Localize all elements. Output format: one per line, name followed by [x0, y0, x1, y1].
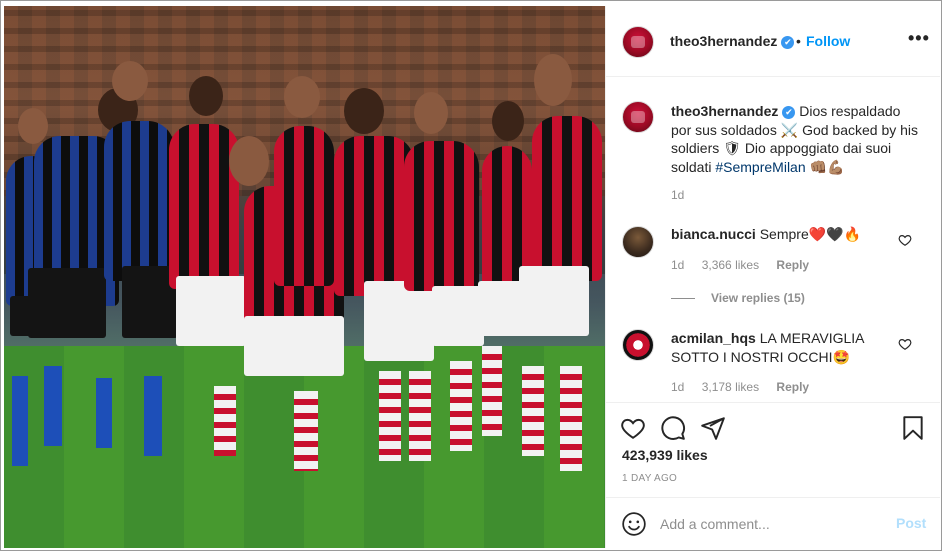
- post-side-panel: theo3hernandez ✔ • Follow ••• theo3hernan…: [605, 6, 940, 548]
- player-figure: [532, 116, 602, 281]
- comment-username[interactable]: bianca.nucci: [671, 226, 756, 242]
- view-replies-label[interactable]: View replies (15): [711, 291, 805, 305]
- caption-username[interactable]: theo3hernandez: [671, 103, 778, 119]
- post-photo[interactable]: [4, 6, 605, 548]
- caption-timestamp[interactable]: 1d: [671, 188, 684, 202]
- fist-muscle-emoji-icon: 👊🏽💪🏽: [809, 158, 845, 175]
- comment-like-heart-icon[interactable]: [898, 337, 912, 351]
- caption-author-avatar[interactable]: [622, 101, 654, 133]
- post-date[interactable]: 1 DAY AGO: [622, 473, 677, 484]
- comment-like-heart-icon[interactable]: [898, 233, 912, 247]
- follow-button[interactable]: Follow: [806, 33, 850, 49]
- separator-dot: •: [796, 33, 801, 49]
- reply-button[interactable]: Reply: [776, 380, 809, 394]
- author-avatar[interactable]: [622, 26, 654, 58]
- view-replies-button[interactable]: View replies (15): [671, 291, 805, 305]
- swords-emoji-icon: ⚔️: [780, 121, 799, 138]
- bookmark-icon[interactable]: [900, 415, 926, 441]
- hearts-fire-emoji-icon: ❤️🖤🔥: [808, 226, 862, 242]
- add-comment-bar: Post: [606, 497, 940, 549]
- verified-badge-icon: ✔: [782, 106, 796, 119]
- player-figure: [169, 124, 239, 289]
- post-caption: theo3hernandez ✔ Dios respaldado por sus …: [671, 102, 921, 176]
- comment-time[interactable]: 1d: [671, 380, 684, 394]
- post-header: theo3hernandez ✔ • Follow •••: [606, 6, 940, 77]
- hashtag-link[interactable]: #SempreMilan: [715, 159, 805, 175]
- emoji-picker-icon[interactable]: [621, 511, 647, 537]
- reply-button[interactable]: Reply: [776, 258, 809, 272]
- comment-meta: 1d 3,366 likes Reply: [671, 258, 823, 272]
- comment-likes[interactable]: 3,178 likes: [702, 380, 759, 394]
- comment-meta: 1d 3,178 likes Reply: [671, 380, 823, 394]
- shield-emoji-icon: 🛡: [723, 140, 741, 156]
- replies-divider: [671, 298, 695, 300]
- instagram-post-window: theo3hernandez ✔ • Follow ••• theo3hernan…: [0, 0, 942, 551]
- comment-item: acmilan_hqs LA MERAVIGLIA SOTTO I NOSTRI…: [671, 329, 901, 366]
- player-figure: [274, 126, 334, 286]
- commenter-avatar[interactable]: [622, 329, 654, 361]
- commenter-avatar[interactable]: [622, 226, 654, 258]
- post-likes-count[interactable]: 423,939 likes: [622, 447, 708, 463]
- verified-badge-icon: ✔: [781, 36, 795, 49]
- starstruck-emoji-icon: 🤩: [832, 348, 850, 365]
- post-actions: 423,939 likes 1 DAY AGO Post: [606, 402, 940, 548]
- comment-input[interactable]: [660, 512, 880, 536]
- comment-text: Sempre: [759, 226, 809, 242]
- share-icon[interactable]: [700, 415, 726, 441]
- author-username[interactable]: theo3hernandez ✔: [670, 33, 795, 49]
- post-comment-button[interactable]: Post: [896, 515, 926, 531]
- player-figure: [104, 121, 174, 281]
- author-username-text[interactable]: theo3hernandez: [670, 33, 777, 49]
- comment-time[interactable]: 1d: [671, 258, 684, 272]
- player-figure: [334, 136, 414, 296]
- more-options-icon[interactable]: •••: [908, 28, 930, 49]
- comment-username[interactable]: acmilan_hqs: [671, 330, 756, 346]
- comment-likes[interactable]: 3,366 likes: [702, 258, 759, 272]
- comment-item: bianca.nucci Sempre❤️🖤🔥: [671, 225, 901, 244]
- comment-icon[interactable]: [660, 415, 686, 441]
- player-figure: [404, 141, 479, 291]
- heart-icon[interactable]: [620, 415, 646, 441]
